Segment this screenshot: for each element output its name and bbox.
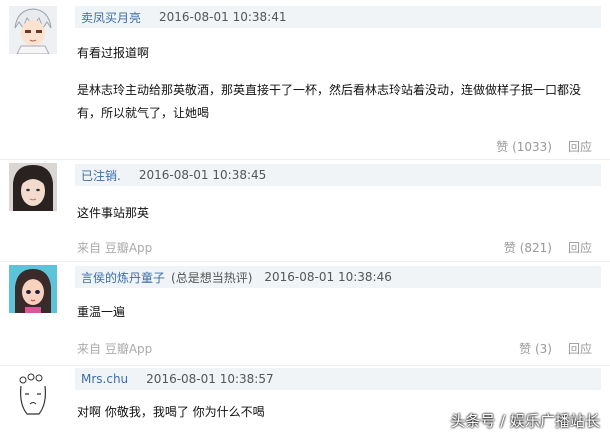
comment-actions: 赞 (3) 回应 [519, 340, 592, 357]
girl-photo-avatar-icon [9, 163, 57, 211]
author-link[interactable]: 卖凤买月亮 [81, 9, 141, 26]
reply-button[interactable]: 回应 [568, 239, 592, 256]
author-signature: (总是想当热评) [171, 270, 253, 285]
comment-header: Mrs.chu 2016-08-01 10:38:57 [75, 368, 601, 390]
timestamp: 2016-08-01 10:38:41 [159, 10, 287, 24]
comment-text: 重温一遍 [77, 301, 598, 324]
avatar[interactable] [9, 6, 57, 54]
timestamp: 2016-08-01 10:38:46 [264, 270, 392, 284]
like-button[interactable]: 赞 (3) [519, 340, 552, 357]
like-button[interactable]: 赞 (821) [504, 239, 552, 256]
comment-item: 已注销. 2016-08-01 10:38:45 这件事站那英 来自 豆瓣App… [0, 160, 610, 261]
doodle-face-avatar-icon [9, 370, 57, 418]
comment-actions: 赞 (821) 回应 [504, 239, 592, 256]
cartoon-girl-avatar-icon [9, 265, 57, 313]
comment-header: 已注销. 2016-08-01 10:38:45 [75, 164, 601, 186]
comment-item: 卖凤买月亮 2016-08-01 10:38:41 有看过报道啊 是林志玲主动给… [0, 0, 610, 160]
source-label: 来自 豆瓣App [77, 342, 153, 356]
comment-header: 卖凤买月亮 2016-08-01 10:38:41 [75, 6, 601, 28]
author-link[interactable]: 已注销. [81, 167, 121, 184]
avatar[interactable] [9, 370, 57, 418]
author-link[interactable]: 言侯的炼丹童子 [81, 269, 165, 286]
comment-actions: 赞 (1033) 回应 [496, 138, 592, 155]
comment-line: 这件事站那英 [77, 206, 150, 220]
source-label: 来自 豆瓣App [77, 241, 153, 255]
reply-button[interactable]: 回应 [568, 138, 592, 155]
reply-button[interactable]: 回应 [568, 340, 592, 357]
author-link[interactable]: Mrs.chu [81, 372, 128, 386]
comment-item: 言侯的炼丹童子 (总是想当热评) 2016-08-01 10:38:46 重温一… [0, 262, 610, 365]
timestamp: 2016-08-01 10:38:57 [146, 372, 274, 386]
comment-line: 重温一遍 [77, 305, 126, 319]
anime-boy-avatar-icon [9, 6, 57, 54]
avatar[interactable] [9, 163, 57, 211]
comment-header: 言侯的炼丹童子 (总是想当热评) 2016-08-01 10:38:46 [75, 266, 601, 288]
avatar[interactable] [9, 265, 57, 313]
comment-text: 这件事站那英 [77, 202, 598, 225]
comment-line: 有看过报道啊 [77, 46, 150, 60]
like-button[interactable]: 赞 (1033) [496, 138, 552, 155]
comment-line: 是林志玲主动给那英敬酒，那英直接干了一杯，然后看林志玲站着没动，连做做样子抿一口… [77, 83, 582, 120]
comment-text: 有看过报道啊 是林志玲主动给那英敬酒，那英直接干了一杯，然后看林志玲站着没动，连… [77, 42, 598, 125]
timestamp: 2016-08-01 10:38:45 [138, 168, 267, 182]
watermark: 头条号 / 娱乐广播站长 [450, 412, 600, 430]
